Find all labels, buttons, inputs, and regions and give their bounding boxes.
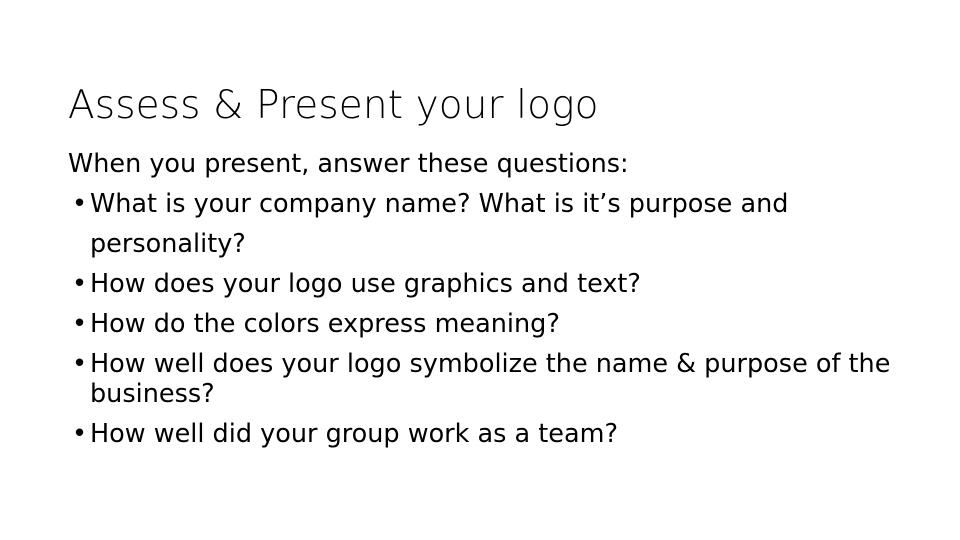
question-bullet-list: • What is your company name? What is it’… [68, 184, 898, 454]
bullet-point-icon: • [72, 189, 88, 219]
bullet-point-icon: • [72, 419, 88, 449]
list-item: • How well does your logo symbolize the … [68, 349, 898, 409]
slide-body: When you present, answer these questions… [68, 144, 898, 454]
bullet-point-icon: • [72, 269, 88, 299]
list-item: • What is your company name? What is it’… [68, 184, 898, 264]
list-item: • How well did your group work as a team… [68, 414, 898, 454]
bullet-point-icon: • [72, 349, 88, 379]
list-item-label: How well does your logo symbolize the na… [90, 349, 891, 409]
list-item-label: How do the colors express meaning? [90, 309, 560, 339]
list-item-label: How well did your group work as a team? [90, 419, 618, 449]
list-item: • How do the colors express meaning? [68, 304, 898, 344]
list-item-label: What is your company name? What is it’s … [90, 189, 789, 259]
slide-title: Assess & Present your logo [68, 83, 599, 129]
list-item-label: How does your logo use graphics and text… [90, 269, 641, 299]
presentation-slide: Assess & Present your logo When you pres… [0, 0, 960, 540]
body-lead-text: When you present, answer these questions… [68, 149, 629, 179]
bullet-point-icon: • [72, 309, 88, 339]
list-item: • How does your logo use graphics and te… [68, 264, 898, 304]
